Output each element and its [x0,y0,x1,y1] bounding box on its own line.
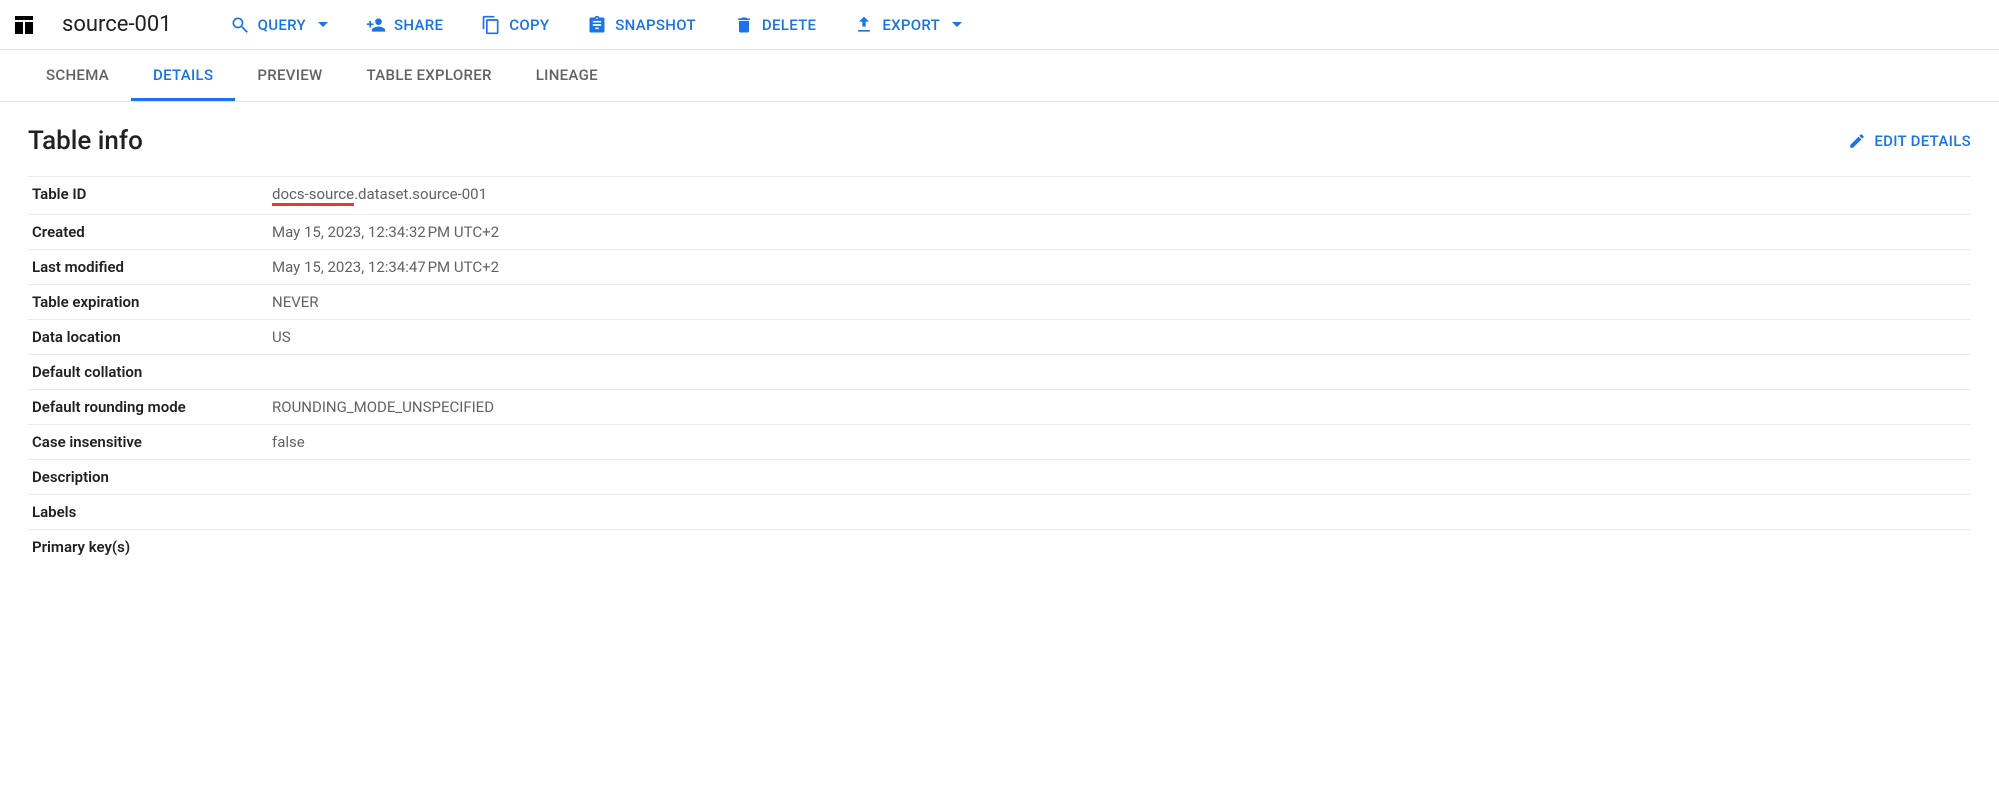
label-created: Created [28,215,268,250]
value-labels [268,495,1971,530]
search-icon [230,15,250,35]
label-default-collation: Default collation [28,355,268,390]
row-default-rounding-mode: Default rounding mode ROUNDING_MODE_UNSP… [28,390,1971,425]
chevron-down-icon [952,22,962,27]
row-default-collation: Default collation [28,355,1971,390]
row-description: Description [28,460,1971,495]
value-case-insensitive: false [268,425,1971,460]
edit-details-button[interactable]: EDIT DETAILS [1848,132,1971,150]
value-created: May 15, 2023, 12:34:32 PM UTC+2 [268,215,1971,250]
table-id-rest: .dataset.source-001 [354,185,487,203]
value-default-rounding-mode: ROUNDING_MODE_UNSPECIFIED [268,390,1971,425]
chevron-down-icon [318,22,328,27]
tab-preview[interactable]: PREVIEW [235,50,344,101]
tab-schema[interactable]: SCHEMA [24,50,131,101]
delete-button[interactable]: Delete [734,15,816,35]
value-primary-keys [268,530,1971,565]
snapshot-label: Snapshot [615,16,696,34]
value-table-expiration: NEVER [268,285,1971,320]
header-bar: source-001 Query Share Copy Snapshot Del… [0,0,1999,50]
row-labels: Labels [28,495,1971,530]
label-table-id: Table ID [28,177,268,215]
table-id-prefix: docs-source [272,185,354,206]
value-table-id: docs-source.dataset.source-001 [268,177,1971,215]
row-last-modified: Last modified May 15, 2023, 12:34:47 PM … [28,250,1971,285]
row-data-location: Data location US [28,320,1971,355]
share-button[interactable]: Share [366,15,443,35]
export-icon [854,15,874,35]
row-case-insensitive: Case insensitive false [28,425,1971,460]
label-primary-keys: Primary key(s) [28,530,268,565]
query-button[interactable]: Query [230,15,328,35]
row-created: Created May 15, 2023, 12:34:32 PM UTC+2 [28,215,1971,250]
value-last-modified: May 15, 2023, 12:34:47 PM UTC+2 [268,250,1971,285]
page-title: source-001 [62,12,172,37]
pencil-icon [1848,132,1866,150]
toolbar: Query Share Copy Snapshot Delete Export [230,15,962,35]
copy-label: Copy [509,16,549,34]
label-labels: Labels [28,495,268,530]
person-add-icon [366,15,386,35]
copy-button[interactable]: Copy [481,15,549,35]
snapshot-icon [587,15,607,35]
share-label: Share [394,16,443,34]
label-data-location: Data location [28,320,268,355]
delete-label: Delete [762,16,816,34]
row-table-id: Table ID docs-source.dataset.source-001 [28,177,1971,215]
content: Table info EDIT DETAILS Table ID docs-so… [0,102,1999,588]
label-table-expiration: Table expiration [28,285,268,320]
label-last-modified: Last modified [28,250,268,285]
snapshot-button[interactable]: Snapshot [587,15,696,35]
label-default-rounding-mode: Default rounding mode [28,390,268,425]
table-icon [12,13,36,37]
value-default-collation [268,355,1971,390]
table-info: Table ID docs-source.dataset.source-001 … [28,176,1971,564]
label-case-insensitive: Case insensitive [28,425,268,460]
tabs: SCHEMA DETAILS PREVIEW TABLE EXPLORER LI… [0,50,1999,102]
value-description [268,460,1971,495]
copy-icon [481,15,501,35]
query-label: Query [258,16,306,34]
export-button[interactable]: Export [854,15,962,35]
trash-icon [734,15,754,35]
export-label: Export [882,16,940,34]
row-primary-keys: Primary key(s) [28,530,1971,565]
section-title: Table info [28,126,143,156]
tab-details[interactable]: DETAILS [131,50,235,101]
tab-table-explorer[interactable]: TABLE EXPLORER [345,50,514,101]
label-description: Description [28,460,268,495]
row-table-expiration: Table expiration NEVER [28,285,1971,320]
tab-lineage[interactable]: LINEAGE [514,50,620,101]
value-data-location: US [268,320,1971,355]
section-header: Table info EDIT DETAILS [28,126,1971,156]
edit-details-label: EDIT DETAILS [1874,132,1971,150]
